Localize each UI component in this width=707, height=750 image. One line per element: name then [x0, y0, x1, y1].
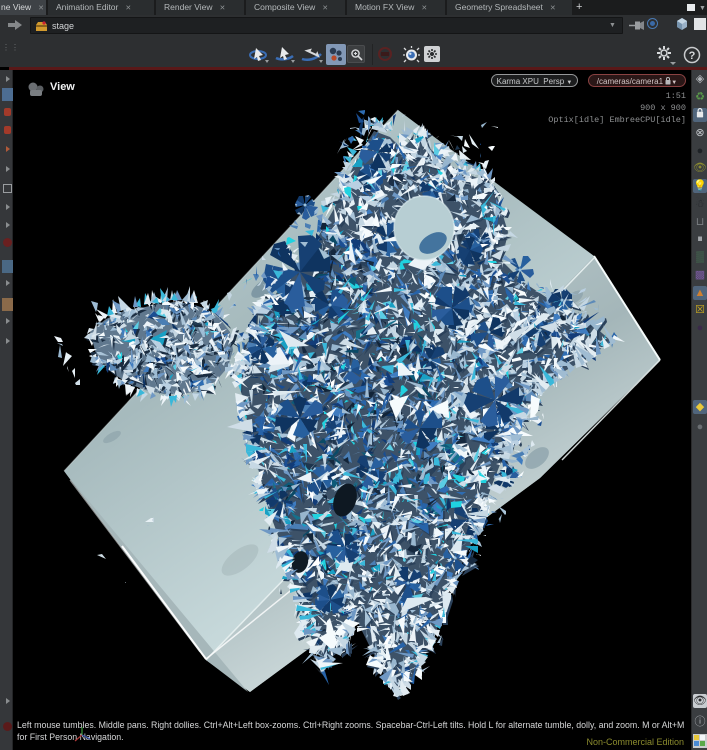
- svg-text:?: ?: [689, 50, 696, 62]
